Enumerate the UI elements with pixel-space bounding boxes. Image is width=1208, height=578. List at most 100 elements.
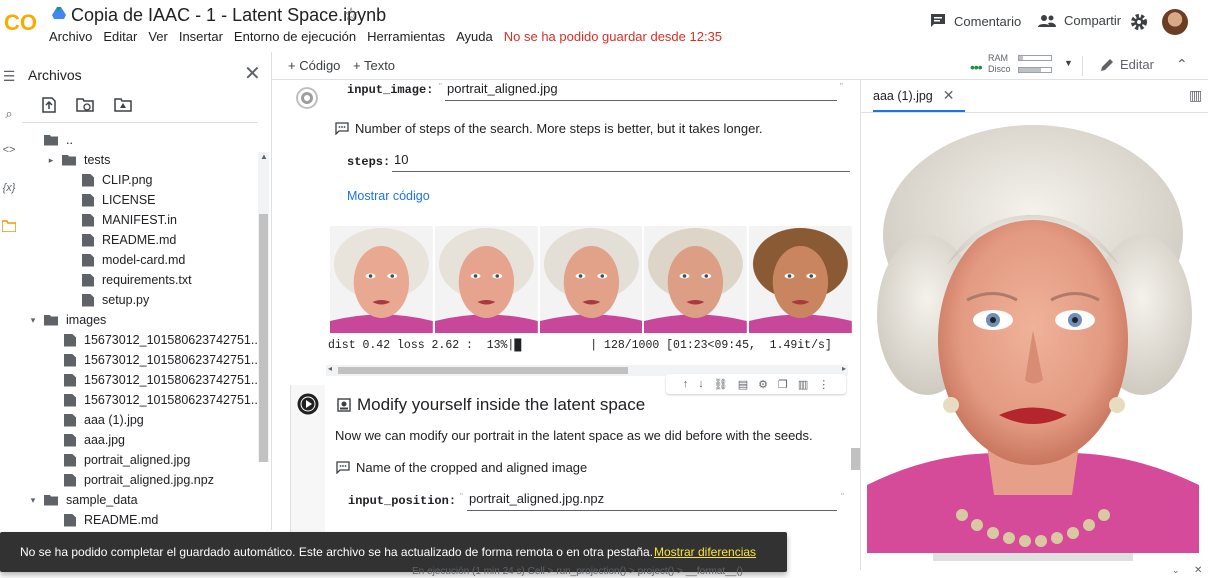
chevron-up-icon[interactable]: ⌃ xyxy=(1176,56,1188,73)
more-vert-icon[interactable]: ⋮ xyxy=(818,378,829,391)
comment-icon[interactable]: ▤ xyxy=(738,378,748,391)
output-scroll-thumb[interactable] xyxy=(338,367,628,374)
file-item[interactable]: setup.py xyxy=(82,290,149,310)
input-position-field[interactable]: portrait_aligned.jpg.npz xyxy=(467,491,837,511)
steps-field[interactable]: 10 xyxy=(392,152,850,172)
svg-text:CO: CO xyxy=(4,10,37,35)
share-label: Compartir xyxy=(1064,13,1122,28)
colab-logo[interactable]: CO xyxy=(4,8,38,36)
tree-item-label: LICENSE xyxy=(102,193,156,207)
mirror-cell-icon[interactable]: ❐ xyxy=(778,378,788,391)
file-item[interactable]: 15673012_101580623742751... xyxy=(64,370,261,390)
delete-icon[interactable]: ▥ xyxy=(798,378,808,391)
file-icon xyxy=(82,193,94,207)
star-icon[interactable]: ☆ xyxy=(343,4,359,25)
input-image-field[interactable]: portrait_aligned.jpg xyxy=(445,81,837,101)
menu-entorno[interactable]: Entorno de ejecución xyxy=(234,29,356,44)
file-item[interactable]: LICENSE xyxy=(82,190,156,210)
close-icon[interactable]: ✕ xyxy=(244,61,261,86)
file-item[interactable]: 15673012_101580623742751... xyxy=(64,350,261,370)
gear-icon[interactable] xyxy=(1130,13,1148,31)
file-item[interactable]: README.md xyxy=(64,510,158,530)
notebook-title[interactable]: Copia de IAAC - 1 - Latent Space.ipynb xyxy=(71,5,386,26)
status-bar: En ejecución (1 min 24 s) Cell > run_pro… xyxy=(272,565,1208,578)
file-item[interactable]: README.md xyxy=(82,230,176,250)
cell-run-icon[interactable] xyxy=(296,87,318,109)
scroll-up-icon[interactable]: ▲ xyxy=(260,152,268,161)
menu-insertar[interactable]: Insertar xyxy=(179,29,223,44)
link-icon[interactable]: ⛓ xyxy=(714,378,728,391)
gear-icon[interactable]: ⚙ xyxy=(758,378,768,391)
search-icon[interactable]: ⌕ xyxy=(0,106,18,122)
play-icon[interactable] xyxy=(297,393,319,415)
tab-image[interactable]: aaa (1).jpg ✕ xyxy=(873,87,955,104)
disk-bar xyxy=(1018,67,1052,73)
input-image-label: input_image: xyxy=(347,83,434,97)
save-warning[interactable]: No se ha podido guardar desde 12:35 xyxy=(504,29,722,44)
edit-button[interactable]: Editar xyxy=(1100,57,1154,72)
chevron-right-icon[interactable]: ▸ xyxy=(46,155,56,166)
file-icon xyxy=(64,373,76,387)
folder-item[interactable]: .. xyxy=(44,130,73,150)
file-item[interactable]: 15673012_101580623742751... xyxy=(64,330,261,350)
folder-item[interactable]: ▾ images xyxy=(28,310,107,330)
share-button[interactable]: Compartir xyxy=(1038,13,1121,28)
scroll-right-icon[interactable]: ▸ xyxy=(842,364,846,373)
toc-icon[interactable]: ☰ xyxy=(0,68,18,85)
columns-icon[interactable]: ▥ xyxy=(1189,87,1202,104)
header: CO Copia de IAAC - 1 - Latent Space.ipyn… xyxy=(0,0,1208,52)
refresh-folder-icon[interactable] xyxy=(76,96,94,114)
quote-mark: " xyxy=(439,82,442,91)
file-item[interactable]: portrait_aligned.jpg.npz xyxy=(64,470,214,490)
file-item[interactable]: CLIP.png xyxy=(82,170,153,190)
menu-editar[interactable]: Editar xyxy=(103,29,137,44)
variables-icon[interactable]: {x} xyxy=(0,182,18,194)
menu-herramientas[interactable]: Herramientas xyxy=(367,29,445,44)
folder-item[interactable]: ▾ sample_data xyxy=(28,490,138,510)
portrait-image-drawing xyxy=(867,115,1199,553)
menu-ver[interactable]: Ver xyxy=(148,29,168,44)
file-item[interactable]: aaa (1).jpg xyxy=(64,410,144,430)
move-up-icon[interactable]: ↑ xyxy=(683,378,689,390)
menu-archivo[interactable]: Archivo xyxy=(49,29,92,44)
file-icon xyxy=(82,233,94,247)
folder-icon xyxy=(44,134,58,146)
file-item[interactable]: MANIFEST.in xyxy=(82,210,177,230)
drive-icon[interactable] xyxy=(52,7,66,19)
add-code-button[interactable]: + Código xyxy=(288,58,340,73)
chevron-down-icon[interactable]: ⌄ xyxy=(1172,565,1180,576)
move-down-icon[interactable]: ↓ xyxy=(698,378,704,390)
quote-mark: " xyxy=(841,492,844,501)
image-scrollbar[interactable] xyxy=(933,553,1133,561)
folder-item[interactable]: ▸ tests xyxy=(46,150,111,170)
avatar[interactable] xyxy=(1162,9,1188,35)
tree-item-label: images xyxy=(66,313,107,327)
show-code-link[interactable]: Mostrar código xyxy=(347,189,430,203)
file-item[interactable]: requirements.txt xyxy=(82,270,192,290)
mount-drive-icon[interactable] xyxy=(114,96,132,114)
chevron-down-icon[interactable]: ▾ xyxy=(28,315,38,326)
input-position-label: input_position: xyxy=(348,494,457,508)
chevron-down-icon[interactable]: ▼ xyxy=(1064,58,1073,68)
code-snippets-icon[interactable]: <> xyxy=(0,144,18,156)
close-icon[interactable]: ✕ xyxy=(1194,565,1202,576)
comment-button[interactable]: Comentario xyxy=(930,13,1021,29)
close-icon[interactable]: ✕ xyxy=(943,87,955,104)
chevron-down-icon[interactable]: ▾ xyxy=(28,495,38,506)
file-item[interactable]: 15673012_101580623742751... xyxy=(64,390,261,410)
file-item[interactable]: model-card.md xyxy=(82,250,185,270)
folder-icon[interactable] xyxy=(0,220,18,235)
file-item[interactable]: aaa.jpg xyxy=(64,430,125,450)
menu-ayuda[interactable]: Ayuda xyxy=(456,29,493,44)
resource-monitor[interactable]: RAM Disco xyxy=(988,53,1011,75)
file-icon xyxy=(82,173,94,187)
sidebar-scroll-thumb[interactable] xyxy=(259,214,268,462)
main-scroll-thumb[interactable] xyxy=(851,448,860,470)
folder-icon xyxy=(44,314,58,326)
scroll-left-icon[interactable]: ◂ xyxy=(328,364,332,373)
add-text-button[interactable]: + Texto xyxy=(353,58,395,73)
show-diff-button[interactable]: Mostrar diferencias xyxy=(654,545,756,559)
upload-icon[interactable] xyxy=(40,96,58,114)
file-item[interactable]: portrait_aligned.jpg xyxy=(64,450,190,470)
steps-label: steps: xyxy=(347,155,391,169)
